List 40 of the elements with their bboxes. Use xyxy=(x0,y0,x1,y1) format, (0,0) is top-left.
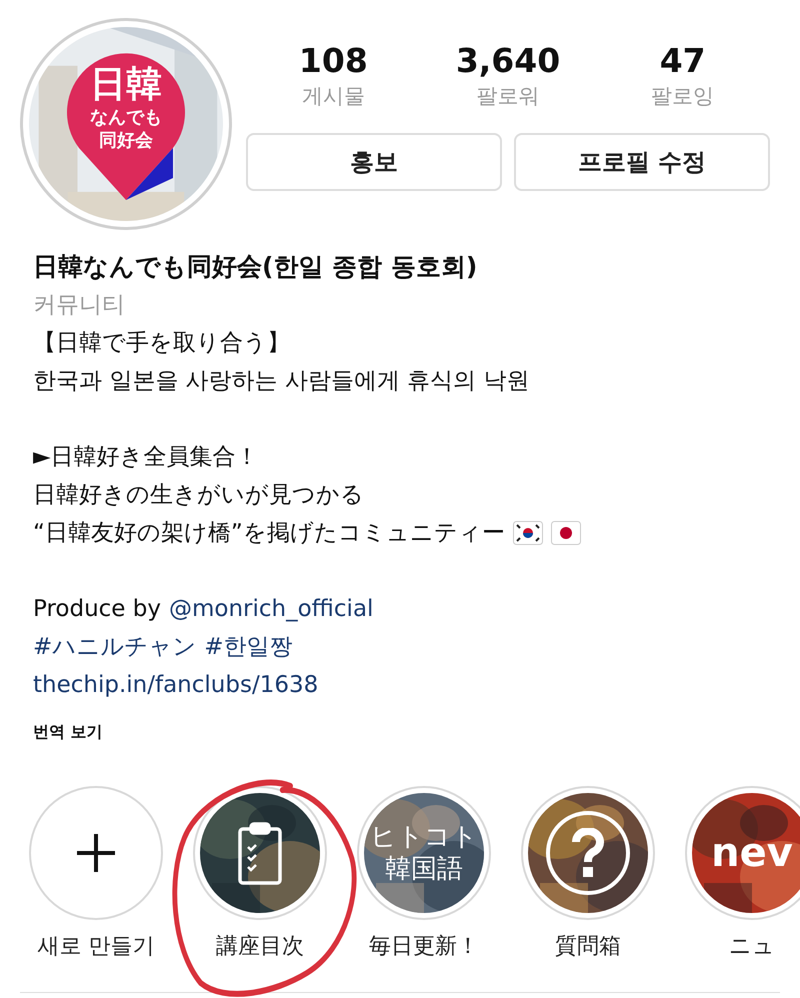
cover-text: ヒトコト xyxy=(370,820,478,853)
stat-label: 팔로워 xyxy=(476,83,540,110)
logo-text: 日韓 xyxy=(90,63,162,107)
profile-button[interactable]: 홍보 xyxy=(246,132,502,191)
stat-count: 3,640 xyxy=(456,40,560,82)
bio-link[interactable]: thechip.in/fanclubs/1638 xyxy=(33,666,318,704)
profile-avatar[interactable]: 日韓 なんでも 同好会 xyxy=(20,18,232,230)
cover-text: nev xyxy=(711,829,793,878)
bio-link[interactable]: #한일짱 xyxy=(204,628,293,666)
profile-name: 日韓なんでも同好会(한일 종합 동호회) xyxy=(33,251,478,283)
cover-text: 韓国語 xyxy=(385,853,463,886)
profile-button[interactable]: 프로필 수정 xyxy=(514,132,770,191)
japan-flag-icon xyxy=(550,521,581,545)
stat-count: 47 xyxy=(660,40,706,82)
bio-text: 한국과 일본을 사랑하는 사람들에게 휴식의 낙원 xyxy=(33,367,530,396)
bio-link[interactable]: @monrich_official xyxy=(168,590,374,628)
logo-text: 同好会 xyxy=(99,130,153,152)
question-icon xyxy=(546,811,630,895)
highlight-label: 毎日更新！ xyxy=(369,933,479,961)
bio-text: ►日韓好き全員集合！ xyxy=(33,443,259,472)
stat-label: 게시물 xyxy=(302,83,365,110)
bio-link[interactable]: #ハニルチャン xyxy=(33,628,196,666)
highlight-label: 새로 만들기 xyxy=(38,933,154,961)
highlight-label: ニュ xyxy=(729,933,775,961)
profile-category: 커뮤니티 xyxy=(33,291,126,320)
stat-count: 108 xyxy=(298,40,368,82)
translate-link[interactable]: 번역 보기 xyxy=(33,720,767,744)
highlight-label: 質問箱 xyxy=(555,933,621,961)
stat-label: 팔로잉 xyxy=(651,83,714,110)
bio-text: 【日韓で手を取り合う】 xyxy=(33,329,290,358)
bio-text: 日韓好きの生きがいが見つかる xyxy=(33,481,364,510)
story-highlight[interactable]: ヒトコト 韓国語 xyxy=(357,786,491,920)
story-highlight[interactable]: nev xyxy=(685,786,800,920)
korea-flag-icon xyxy=(512,521,543,545)
logo-text: なんでも xyxy=(90,107,162,130)
bio-text: Produce by xyxy=(33,595,161,624)
bio-text: “日韓友好の架け橋”を掲げたコミュニティー xyxy=(33,519,505,548)
clipboard-icon xyxy=(237,821,283,885)
plus-icon xyxy=(75,832,117,874)
highlight-label: 講座目次 xyxy=(216,933,304,961)
